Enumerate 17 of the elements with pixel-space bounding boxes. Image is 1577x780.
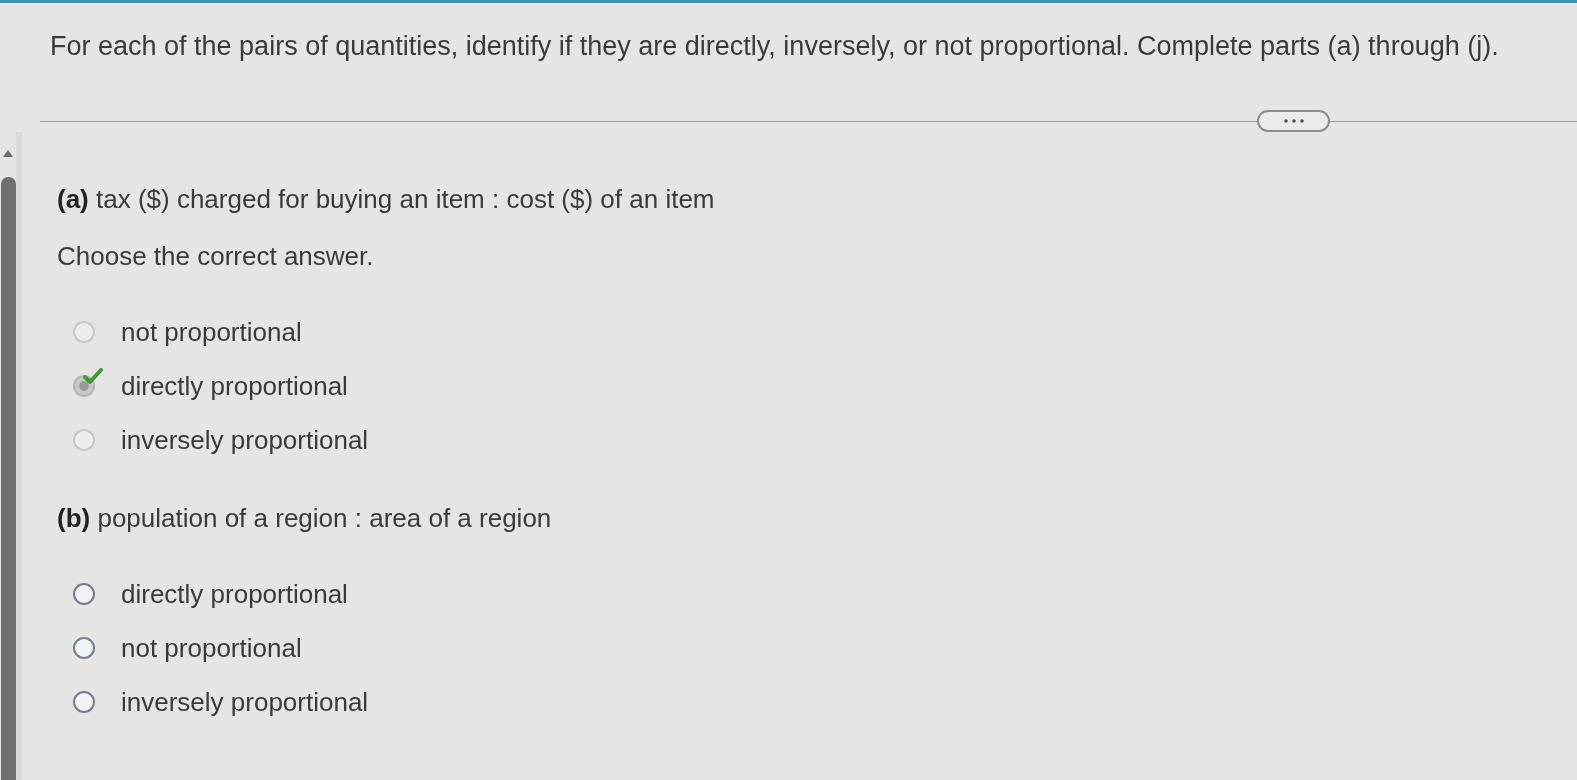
option-label: inversely proportional [121,687,369,717]
radio-button[interactable] [73,691,95,713]
option-label: inversely proportional [121,425,369,455]
scrollbar-thumb[interactable] [0,177,16,780]
radio-button[interactable] [73,583,95,605]
option-label: directly proportional [121,579,348,609]
instructions-text: For each of the pairs of quantities, identify if they are directly, inversely, or not proportional. Complete parts (a) through (j). [50,31,1500,61]
expand-button[interactable] [1257,110,1330,132]
question-prompt: (a) tax ($) charged for buying an item : cost ($) of an item [57,184,716,214]
option-label: directly proportional [121,371,348,401]
dots-icon [1283,119,1304,123]
instruction-text: Choose the correct answer. [57,241,375,271]
radio-button[interactable] [73,637,95,659]
option-label: not proportional [121,633,302,663]
scroll-up-icon[interactable] [3,150,13,157]
option-label: not proportional [121,317,302,347]
question-prompt: (b) population of a region : area of a region [57,503,553,533]
